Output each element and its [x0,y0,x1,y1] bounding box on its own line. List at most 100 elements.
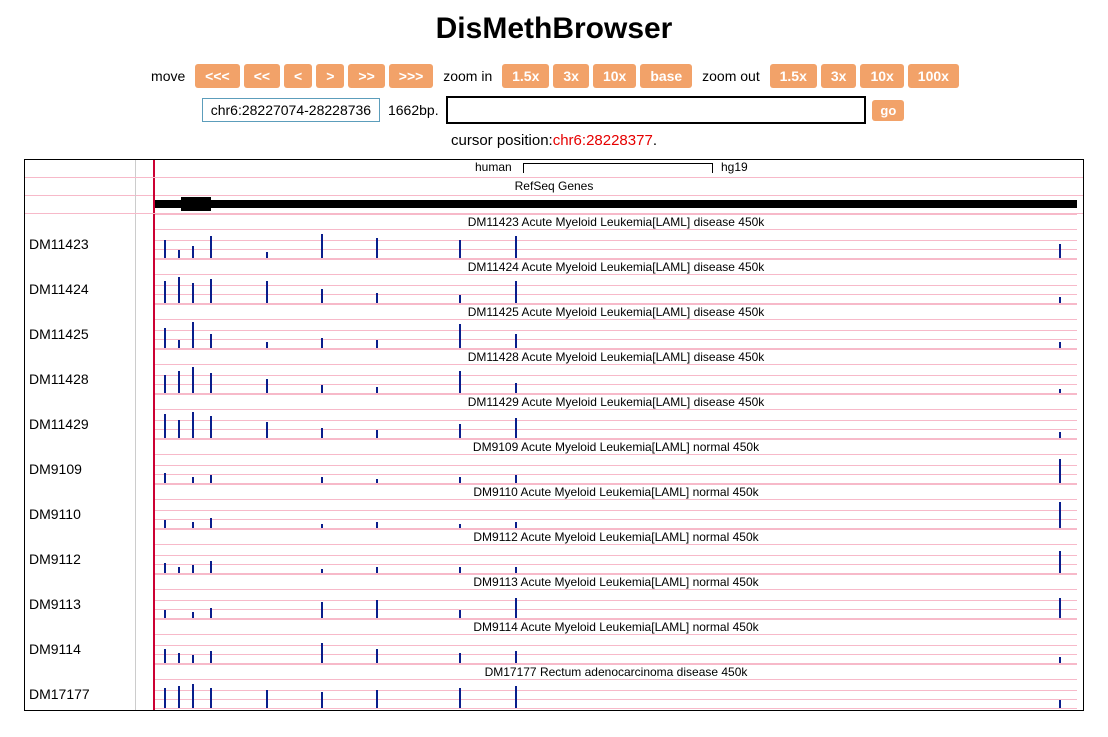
track-canvas[interactable] [155,456,1077,484]
track-canvas[interactable] [155,231,1077,259]
track-DM9114: DM9114 Acute Myeloid Leukemia[LAML] norm… [25,619,1083,664]
data-bar [321,338,323,348]
move-label: move [151,68,185,84]
track-canvas[interactable] [155,366,1077,394]
search-input[interactable] [446,96,866,124]
data-bar [210,416,212,438]
move-button-2[interactable]: < [284,64,312,88]
track-area[interactable]: DM11423DM11423 Acute Myeloid Leukemia[LA… [25,214,1083,710]
zoom-out-button-3[interactable]: 100x [908,64,959,88]
data-bar [459,240,461,258]
zoom-out-button-2[interactable]: 10x [860,64,903,88]
zoom-out-button-0[interactable]: 1.5x [770,64,817,88]
zoom-in-button-1[interactable]: 3x [553,64,589,88]
data-bar [210,608,212,618]
data-bar [164,375,166,393]
track-title: DM9113 Acute Myeloid Leukemia[LAML] norm… [155,574,1077,590]
data-bar [376,293,378,303]
track-canvas[interactable] [155,276,1077,304]
ruler-right-label: hg19 [721,160,748,174]
data-bar [321,524,323,528]
zoom-out-button-1[interactable]: 3x [821,64,857,88]
position-display: chr6:28227074-28228736 [202,98,380,122]
data-bar [376,238,378,258]
track-title: DM9109 Acute Myeloid Leukemia[LAML] norm… [155,439,1077,455]
data-bar [266,281,268,303]
move-button-1[interactable]: << [244,64,280,88]
data-bar [192,655,194,663]
data-bar [376,567,378,573]
data-bar [1059,297,1061,303]
data-bar [1059,459,1061,483]
data-bar [266,342,268,348]
span-label: 1662bp. [388,102,439,118]
gene-bar [25,196,1083,214]
data-bar [459,324,461,348]
data-bar [1059,502,1061,528]
data-bar [1059,389,1061,393]
genome-browser[interactable]: human hg19 RefSeq Genes DM11423DM11423 A… [24,159,1084,711]
data-bar [210,561,212,573]
data-bar [1059,657,1061,663]
data-bar [178,250,180,258]
go-button[interactable]: go [872,100,904,121]
track-DM9109: DM9109 Acute Myeloid Leukemia[LAML] norm… [25,439,1083,484]
track-canvas[interactable] [155,411,1077,439]
data-bar [178,420,180,438]
data-bar [459,567,461,573]
data-bar [321,385,323,393]
track-DM9113: DM9113 Acute Myeloid Leukemia[LAML] norm… [25,574,1083,619]
data-bar [1059,432,1061,438]
track-DM11424: DM11424 Acute Myeloid Leukemia[LAML] dis… [25,259,1083,304]
data-bar [210,475,212,483]
data-bar [164,649,166,663]
track-DM11425: DM11425 Acute Myeloid Leukemia[LAML] dis… [25,304,1083,349]
track-DM11428: DM11428 Acute Myeloid Leukemia[LAML] dis… [25,349,1083,394]
data-bar [192,522,194,528]
zoom-in-button-0[interactable]: 1.5x [502,64,549,88]
track-canvas[interactable] [155,501,1077,529]
track-title: DM11428 Acute Myeloid Leukemia[LAML] dis… [155,349,1077,365]
data-bar [164,328,166,348]
data-bar [321,692,323,708]
data-bar [164,520,166,528]
page-title: DisMethBrowser [0,12,1108,46]
move-button-4[interactable]: >> [348,64,384,88]
data-bar [376,430,378,438]
move-button-0[interactable]: <<< [195,64,240,88]
data-bar [192,322,194,348]
data-bar [515,651,517,663]
move-button-3[interactable]: > [316,64,344,88]
track-title: DM11425 Acute Myeloid Leukemia[LAML] dis… [155,304,1077,320]
data-bar [515,567,517,573]
zoom-in-button-3[interactable]: base [640,64,692,88]
track-title: DM11429 Acute Myeloid Leukemia[LAML] dis… [155,394,1077,410]
data-bar [1059,598,1061,618]
track-canvas[interactable] [155,321,1077,349]
track-canvas[interactable] [155,591,1077,619]
data-bar [266,379,268,393]
track-canvas[interactable] [155,681,1077,709]
data-bar [178,371,180,393]
data-bar [376,522,378,528]
zoom-in-button-2[interactable]: 10x [593,64,636,88]
track-canvas[interactable] [155,636,1077,664]
data-bar [515,522,517,528]
track-canvas[interactable] [155,546,1077,574]
data-bar [1059,551,1061,573]
data-bar [376,479,378,483]
data-bar [459,653,461,663]
data-bar [192,367,194,393]
data-bar [321,289,323,303]
data-bar [266,690,268,708]
data-bar [515,383,517,393]
data-bar [321,569,323,573]
data-bar [266,422,268,438]
data-bar [1059,244,1061,258]
data-bar [321,234,323,258]
data-bar [321,643,323,663]
data-bar [178,653,180,663]
data-bar [178,686,180,708]
data-bar [1059,700,1061,708]
move-button-5[interactable]: >>> [389,64,434,88]
